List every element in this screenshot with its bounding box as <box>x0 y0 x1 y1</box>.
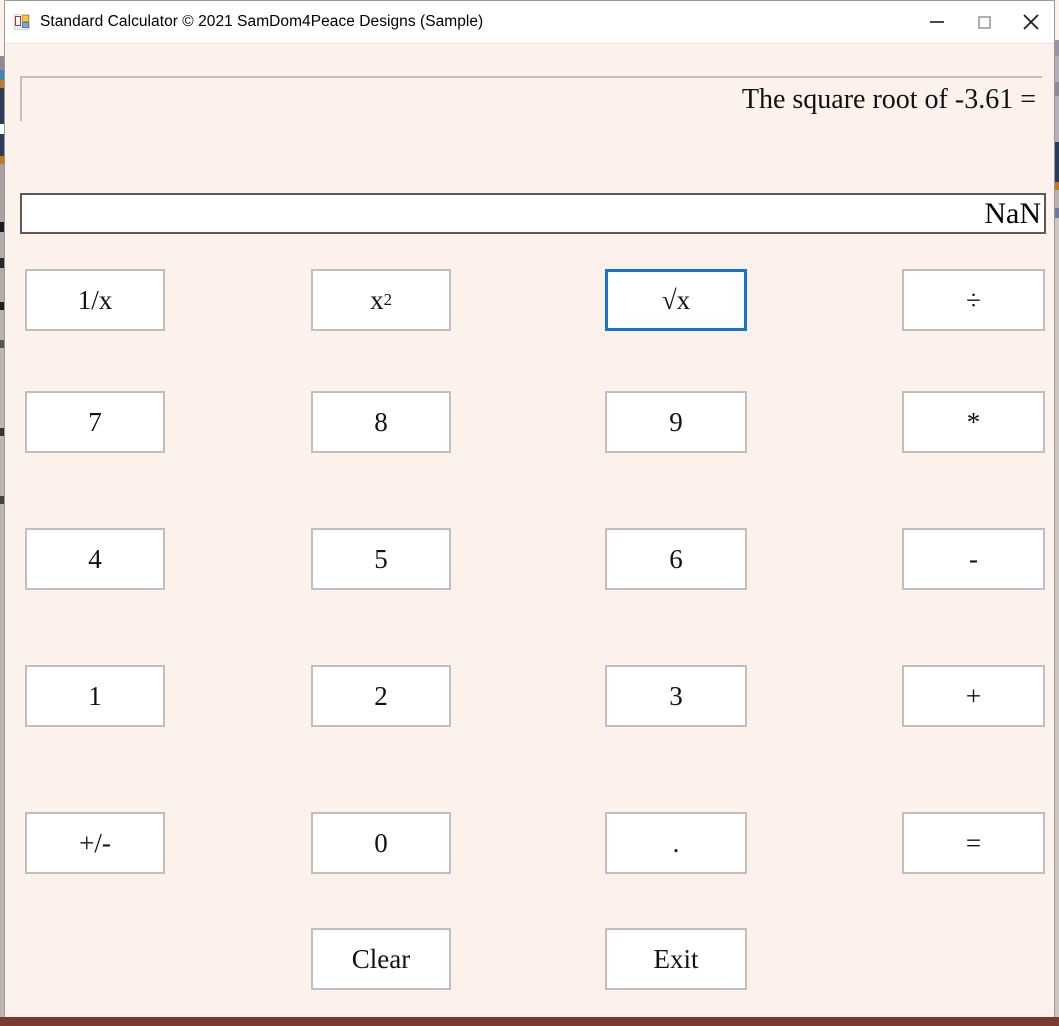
keypad-button-digit-3[interactable]: 3 <box>605 665 747 727</box>
keypad-button-digit-6[interactable]: 6 <box>605 528 747 590</box>
keypad-button-reciprocal[interactable]: 1/x <box>25 269 165 331</box>
window-frame: Standard Calculator © 2021 SamDom4Peace … <box>4 0 1055 1026</box>
result-display[interactable]: NaN <box>20 193 1046 234</box>
application-window: Standard Calculator © 2021 SamDom4Peace … <box>0 0 1059 1026</box>
keypad-button-divide[interactable]: ÷ <box>902 269 1045 331</box>
maximize-icon <box>972 10 996 34</box>
minimize-button[interactable] <box>913 1 960 43</box>
keypad-button-digit-2[interactable]: 2 <box>311 665 451 727</box>
keypad-button-decimal-point[interactable]: . <box>605 812 747 874</box>
keypad-button-digit-7[interactable]: 7 <box>25 391 165 453</box>
keypad-button-digit-8[interactable]: 8 <box>311 391 451 453</box>
keypad-button-digit-0[interactable]: 0 <box>311 812 451 874</box>
keypad-button-digit-1[interactable]: 1 <box>25 665 165 727</box>
winforms-app-icon <box>14 14 30 30</box>
keypad-button-multiply[interactable]: * <box>902 391 1045 453</box>
calculator-form: The square root of -3.61 = NaN 1/x x 2 √x ÷ 7… <box>5 44 1054 1026</box>
close-button[interactable] <box>1007 1 1054 43</box>
keypad-button-add[interactable]: + <box>902 665 1045 727</box>
maximize-button[interactable] <box>960 1 1007 43</box>
keypad-button-digit-4[interactable]: 4 <box>25 528 165 590</box>
keypad-button-digit-5[interactable]: 5 <box>311 528 451 590</box>
close-icon <box>1018 9 1044 35</box>
keypad-button-square-root[interactable]: √x <box>605 269 747 331</box>
keypad-button-label: x <box>370 284 384 315</box>
title-bar: Standard Calculator © 2021 SamDom4Peace … <box>5 1 1054 44</box>
expression-display: The square root of -3.61 = <box>20 76 1042 121</box>
keypad-button-square[interactable]: x2 <box>311 269 451 331</box>
keypad-button-subtract[interactable]: - <box>902 528 1045 590</box>
keypad-button-exit[interactable]: Exit <box>605 928 747 990</box>
keypad-button-equals[interactable]: = <box>902 812 1045 874</box>
minimize-icon <box>925 10 949 34</box>
window-bottom-edge <box>0 1017 1059 1026</box>
keypad-button-sign-toggle[interactable]: +/- <box>25 812 165 874</box>
keypad-button-clear[interactable]: Clear <box>311 928 451 990</box>
window-title: Standard Calculator © 2021 SamDom4Peace … <box>40 13 484 30</box>
window-controls <box>913 1 1054 43</box>
keypad-button-digit-9[interactable]: 9 <box>605 391 747 453</box>
